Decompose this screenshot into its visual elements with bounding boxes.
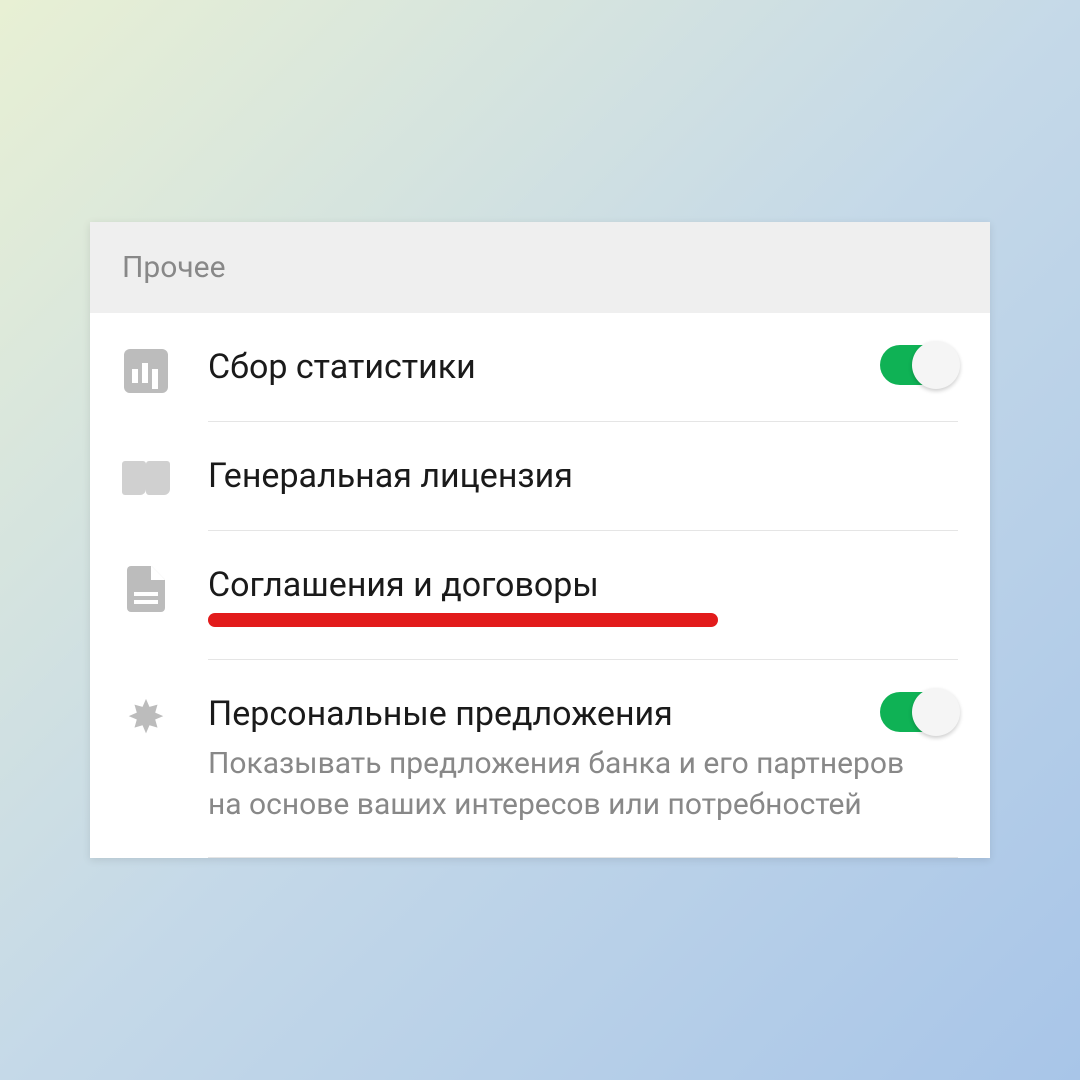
highlight-underline	[208, 613, 718, 627]
item-label: Персональные предложения	[208, 692, 958, 736]
settings-item-license[interactable]: Генеральная лицензия	[90, 422, 990, 531]
settings-item-personal-offers[interactable]: Персональные предложения Показывать пред…	[90, 660, 990, 858]
item-label: Генеральная лицензия	[208, 454, 958, 498]
book-icon	[122, 456, 170, 504]
settings-item-statistics[interactable]: Сбор статистики	[90, 313, 990, 422]
stats-icon	[122, 347, 170, 395]
item-label: Сбор статистики	[208, 345, 958, 389]
burst-icon	[122, 694, 170, 742]
document-icon	[122, 565, 170, 613]
settings-item-agreements[interactable]: Соглашения и договоры	[90, 531, 990, 660]
toggle-statistics[interactable]	[880, 345, 958, 385]
section-header: Прочее	[90, 222, 990, 313]
item-subtitle: Показывать предложения банка и его партн…	[208, 744, 958, 825]
toggle-personal-offers[interactable]	[880, 692, 958, 732]
item-label: Соглашения и договоры	[208, 563, 958, 607]
settings-card: Прочее Сбор статистики Генеральная лицен…	[90, 222, 990, 859]
